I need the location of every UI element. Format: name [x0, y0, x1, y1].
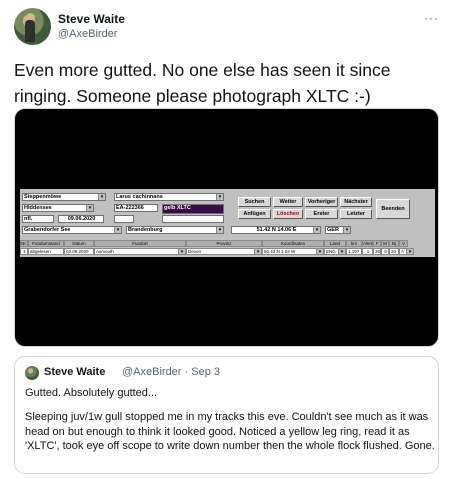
quoted-text-body: Sleeping juv/1w gull stopped me in my tr… [25, 411, 435, 452]
blank-field-1 [114, 215, 134, 223]
tweet-text: Even more gutted. No one else has seen i… [14, 60, 391, 106]
row-km: 1.197 [346, 248, 362, 255]
row-provinz: Devon [186, 248, 262, 255]
more-icon[interactable]: ··· [424, 11, 439, 25]
species-de-field: Steppenmöwe [22, 193, 106, 201]
quoted-author-name: Steve Waite [44, 366, 106, 378]
avatar-photo-figure [25, 20, 35, 42]
anfuegen-button: Anfügen [238, 209, 271, 219]
country-field: GER [325, 226, 351, 234]
col-header-provinz: Provinz [186, 240, 262, 247]
row-nr: 1 [20, 248, 28, 255]
col-header-alter: Alter [362, 240, 373, 247]
row-land: ENG [324, 248, 346, 255]
row-v: A [399, 248, 414, 255]
col-header-nr: Nr. [20, 240, 28, 247]
col-header-koordinaten: Koordinaten [262, 240, 324, 247]
quoted-tweet[interactable]: Steve Waite @AxeBirder · Sep 3 Gutted. A… [14, 356, 439, 474]
author-handle[interactable]: @AxeBirder [58, 28, 117, 40]
row-fundumstand: abgelesen [28, 248, 64, 255]
beenden-button: Beenden [376, 199, 410, 219]
row-koordinaten: 50.43 N 3.03 W [262, 248, 324, 255]
col-header-m: M [381, 240, 389, 247]
letzter-button: Letzter [340, 209, 372, 219]
naechster-button: Nächster [340, 197, 372, 207]
location2-field: Grabendorfer See [22, 226, 122, 234]
row-m: 9 [381, 248, 389, 255]
age-field: nfl. [22, 215, 54, 223]
suchen-button: Suchen [238, 197, 271, 207]
col-header-fundumstand: Fundumstand [28, 240, 64, 247]
species-lat-field: Larus cachinnans [114, 193, 224, 201]
row-bj: 20 [389, 248, 399, 255]
col-header-land: Land [324, 240, 346, 247]
quoted-author-handle: @AxeBirder · Sep 3 [122, 366, 220, 378]
quoted-text-line1: Gutted. Absolutely gutted... [25, 387, 158, 399]
col-header-km: km [346, 240, 362, 247]
col-header-datum: Datum [64, 240, 94, 247]
state-field: Brandenburg [126, 226, 224, 234]
row-fundort: Axmouth [94, 248, 186, 255]
weiter-button: Weiter [273, 197, 303, 207]
ring-number-field: EA-222366 [114, 204, 158, 212]
row-f: 20 [373, 248, 381, 255]
vorheriger-button: Vorheriger [305, 197, 338, 207]
ring-color-field: gelb XLTC [162, 204, 224, 214]
ring-date-field: 09.06.2020 [58, 215, 104, 223]
loeschen-button: Löschen [273, 209, 303, 219]
ringing-database-screenshot: Steppenmöwe Larus cachinnans Hiddensee E… [20, 189, 435, 257]
quoted-avatar [25, 366, 39, 380]
col-header-fundort: Fundort [94, 240, 186, 247]
coordinates-field: 51.42 N 14.06 E [231, 226, 321, 234]
col-header-f: F [373, 240, 381, 247]
row-alter: 1 [362, 248, 373, 255]
row-datum: 03.09.2020 [64, 248, 94, 255]
location1-field: Hiddensee [22, 204, 94, 212]
tweet-media-image[interactable]: Steppenmöwe Larus cachinnans Hiddensee E… [14, 108, 439, 347]
author-name[interactable]: Steve Waite [58, 12, 125, 26]
avatar[interactable] [14, 8, 51, 45]
col-header-bj: Bj [389, 240, 399, 247]
col-header-v: V [399, 240, 408, 247]
blank-field-2 [162, 215, 224, 223]
erster-button: Erster [305, 209, 338, 219]
